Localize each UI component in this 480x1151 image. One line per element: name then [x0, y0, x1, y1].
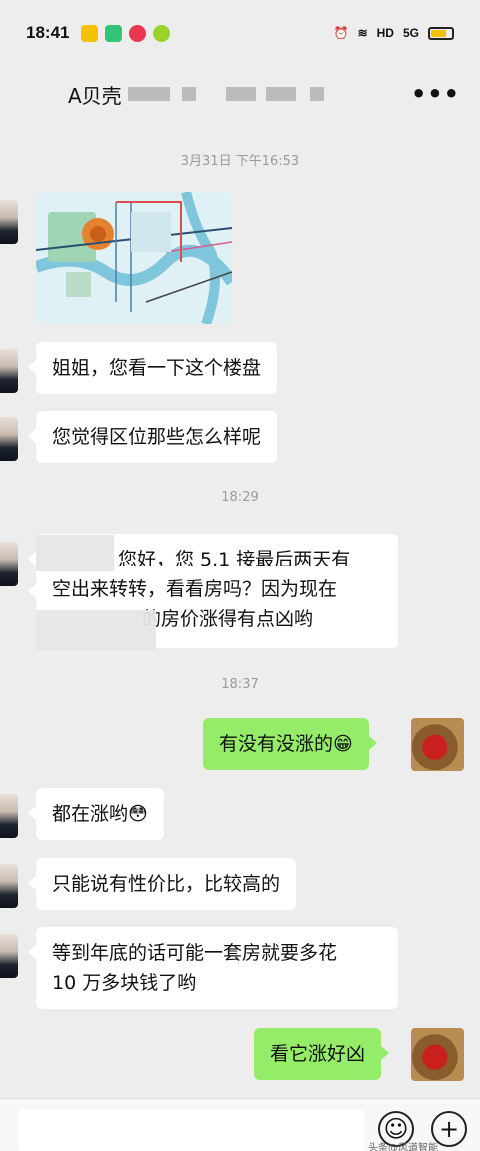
- app-lime-icon: [153, 24, 171, 42]
- status-time: 18:41: [26, 23, 70, 42]
- watermark: 头条@风道智能: [368, 1143, 438, 1151]
- timestamp: 3月31日 下午16:53: [180, 154, 300, 169]
- app-red-icon: [129, 24, 147, 42]
- message-bubble-received[interactable]: 您觉得区位那些怎么样呢: [27, 411, 278, 463]
- battery-icon: [428, 26, 454, 40]
- my-avatar[interactable]: [411, 1028, 464, 1081]
- message-bubble-sent[interactable]: 有没有没涨的😁: [203, 718, 377, 770]
- message-line: 空出来转转，看看房吗？因为现在: [52, 578, 338, 600]
- contact-avatar[interactable]: [0, 794, 18, 838]
- message-line: 等到年底的话可能一套房就要多花: [52, 942, 338, 964]
- message-text: 都在涨哟: [52, 803, 129, 825]
- timestamp: 18:29: [221, 490, 259, 505]
- redacted-block: [36, 610, 156, 650]
- app-green-icon: [105, 24, 123, 42]
- redacted-block: [309, 87, 324, 101]
- notification-icons: [81, 24, 171, 42]
- wifi-icon: ≋: [357, 26, 368, 40]
- message-bubble-received[interactable]: 只能说有性价比，比较高的: [27, 858, 297, 910]
- contact-avatar[interactable]: [0, 417, 18, 461]
- contact-avatar[interactable]: [0, 864, 18, 908]
- message-bubble-received[interactable]: 姐姐，您看一下这个楼盘: [27, 342, 278, 394]
- status-bar: 18:41 ⏰ ≋ HD 5G: [0, 0, 480, 66]
- redacted-block: [265, 87, 296, 101]
- contact-avatar[interactable]: [0, 542, 18, 586]
- contact-avatar[interactable]: [0, 934, 18, 978]
- redacted-block: [225, 87, 256, 101]
- meituan-icon: [81, 24, 99, 42]
- contact-avatar[interactable]: [0, 200, 18, 244]
- message-input[interactable]: [18, 1109, 364, 1151]
- flushed-emoji-icon: 😳: [128, 803, 148, 825]
- redacted-block: [127, 87, 170, 101]
- chat-header: A贝壳 •••: [0, 66, 480, 122]
- alarm-icon: ⏰: [333, 26, 349, 40]
- redacted-block: [181, 87, 196, 101]
- grin-emoji-icon: 😁: [333, 733, 353, 755]
- message-line: 10 万多块钱了哟: [52, 972, 197, 994]
- timestamp: 18:37: [221, 677, 259, 692]
- more-options-icon[interactable]: •••: [411, 80, 460, 108]
- status-indicators: ⏰ ≋ HD 5G: [334, 26, 454, 40]
- message-bubble-received[interactable]: 都在涨哟😳: [28, 788, 164, 840]
- map-image-message[interactable]: [36, 192, 232, 324]
- network-label: HD: [376, 26, 394, 40]
- message-text: 有没有没涨的: [219, 733, 334, 755]
- contact-avatar[interactable]: [0, 349, 18, 393]
- message-bubble-received[interactable]: 等到年底的话可能一套房就要多花 10 万多块钱了哟: [28, 927, 398, 1009]
- my-avatar[interactable]: [411, 718, 464, 771]
- signal-label: 5G: [402, 26, 419, 40]
- redacted-block: [36, 535, 114, 571]
- message-bubble-sent[interactable]: 看它涨好凶: [254, 1028, 390, 1080]
- chat-title: A贝壳: [68, 83, 122, 108]
